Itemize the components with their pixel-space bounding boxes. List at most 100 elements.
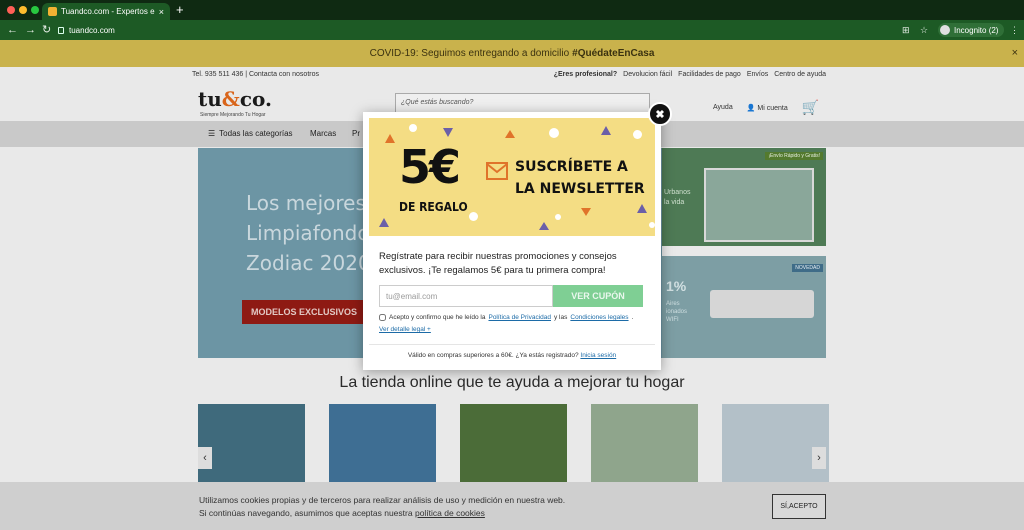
newsletter-banner: 5€ DE REGALO SUSCRÍBETE A LA NEWSLETTER: [369, 118, 655, 236]
confetti-triangle: [581, 208, 591, 216]
covid-text: COVID-19: Seguimos entregando a domicili…: [369, 48, 570, 59]
category-thumbnail[interactable]: [198, 404, 305, 482]
carousel-next-icon[interactable]: ›: [812, 447, 826, 469]
top-link[interactable]: Facilidades de pago: [678, 71, 741, 78]
cookie-accept-button[interactable]: SÍ,ACEPTO: [772, 494, 826, 519]
home-tagline: La tienda online que te ayuda a mejorar …: [339, 374, 685, 391]
confetti-dot: [649, 222, 655, 228]
window-minimize-button[interactable]: [19, 6, 27, 14]
covid-banner: COVID-19: Seguimos entregando a domicili…: [0, 40, 1024, 67]
cookie-policy-link[interactable]: política de cookies: [415, 508, 485, 518]
legal-conditions-link[interactable]: Condiciones legales: [570, 314, 628, 321]
site-logo[interactable]: tu&co.: [198, 87, 272, 111]
newsletter-heading: SUSCRÍBETE A LA NEWSLETTER: [515, 159, 645, 197]
top-link[interactable]: Devolucion fácil: [623, 71, 672, 78]
url-text: tuandco.com: [69, 25, 115, 35]
see-coupon-button[interactable]: VER CUPÓN: [553, 285, 643, 307]
url-field[interactable]: tuandco.com: [58, 23, 890, 37]
cookie-text: Utilizamos cookies propias y de terceros…: [199, 495, 566, 518]
tab-title: Tuandco.com - Expertos en m: [61, 7, 155, 16]
promo-badge: ¡Envío Rápido y Gratis!: [765, 152, 823, 160]
promo-planter[interactable]: ¡Envío Rápido y Gratis! Urbanos la vida: [662, 148, 826, 246]
hamburger-icon: ☰: [208, 129, 216, 138]
brands-link[interactable]: Marcas: [310, 129, 336, 138]
air-conditioner-image: [710, 290, 814, 318]
hero-title: Los mejores Limpiafondo Zodiac 2020: [246, 191, 371, 275]
new-tab-button[interactable]: +: [176, 3, 184, 17]
lock-icon: [58, 26, 64, 34]
legal-details: Ver detalle legal +: [379, 326, 431, 333]
confetti-triangle: [601, 126, 611, 135]
confetti-triangle: [539, 222, 549, 230]
reload-icon[interactable]: ↻: [42, 23, 51, 37]
browser-tab[interactable]: Tuandco.com - Expertos en m ×: [42, 3, 170, 20]
account-link[interactable]: 👤 Mi cuenta: [747, 104, 788, 112]
tab-close-icon[interactable]: ×: [159, 7, 164, 17]
covid-hashtag[interactable]: #QuédateEnCasa: [572, 48, 654, 59]
covid-close-icon[interactable]: ×: [1012, 47, 1018, 59]
browser-tab-bar: Tuandco.com - Expertos en m × +: [0, 0, 1024, 20]
browser-menu-icon[interactable]: ⋮: [1010, 23, 1019, 37]
promo-text: Aires ionados WIFI: [666, 301, 688, 323]
confetti-dot: [549, 128, 559, 138]
promo-air-conditioner[interactable]: NOVEDAD 1% Aires ionados WIFI: [662, 256, 826, 358]
incognito-avatar-icon: [940, 25, 950, 35]
confetti-dot: [555, 214, 561, 220]
modal-divider: [369, 344, 655, 345]
confetti-triangle: [443, 128, 453, 137]
all-categories-menu[interactable]: ☰ Todas las categorías: [208, 129, 293, 138]
planter-image: [704, 168, 814, 242]
contact-info[interactable]: Tel. 935 511 436 | Contacta con nosotros: [192, 71, 319, 78]
category-thumbnail[interactable]: [460, 404, 567, 482]
category-thumbnail[interactable]: [591, 404, 698, 482]
address-bar: ← → ↻ tuandco.com ⊞ ☆ Incognito (2) ⋮: [0, 20, 1024, 40]
help-link[interactable]: Ayuda: [713, 104, 733, 111]
forward-arrow-icon[interactable]: →: [25, 23, 36, 37]
top-links-bar: Tel. 935 511 436 | Contacta con nosotros…: [0, 67, 1024, 83]
hero-cta-button[interactable]: MODELOS EXCLUSIVOS: [242, 300, 366, 324]
header-actions: Ayuda 👤 Mi cuenta 🛒: [713, 99, 819, 116]
confetti-dot: [469, 212, 478, 221]
confetti-triangle: [379, 218, 389, 227]
category-carousel: [198, 404, 829, 482]
modal-close-icon[interactable]: ✖: [648, 102, 672, 126]
logo-tagline: Siempre Mejorando Tu Hogar: [200, 112, 266, 118]
cookie-banner: Utilizamos cookies propias y de terceros…: [0, 482, 1024, 530]
top-link[interactable]: Centro de ayuda: [774, 71, 826, 78]
category-thumbnail[interactable]: [722, 404, 829, 482]
top-links: ¿Eres profesional? Devolucion fácil Faci…: [554, 71, 826, 78]
privacy-consent-checkbox[interactable]: [379, 314, 386, 321]
promo-percentage: 1%: [666, 278, 687, 294]
email-field[interactable]: [379, 285, 553, 307]
carousel-prev-icon[interactable]: ‹: [198, 447, 212, 469]
promo-badge: NOVEDAD: [792, 264, 823, 272]
window-maximize-button[interactable]: [31, 6, 39, 14]
site-search-input[interactable]: ¿Qué estás buscando?: [395, 93, 650, 113]
confetti-triangle: [505, 130, 515, 138]
legal-details-link[interactable]: Ver detalle legal +: [379, 326, 431, 333]
newsletter-description: Regístrate para recibir nuestras promoci…: [379, 251, 617, 276]
newsletter-envelope-icon: [486, 162, 508, 180]
incognito-profile-button[interactable]: Incognito (2): [938, 23, 1005, 37]
modal-footer: Válido en compras superiores a 60€. ¿Ya …: [407, 352, 617, 359]
login-link[interactable]: Inicia sesión: [580, 352, 616, 359]
privacy-policy-link[interactable]: Política de Privacidad: [488, 314, 551, 321]
promo-gift-label: DE REGALO: [399, 200, 468, 214]
bookmark-star-icon[interactable]: ☆: [920, 23, 928, 37]
top-link[interactable]: Envíos: [747, 71, 768, 78]
confetti-triangle: [385, 134, 395, 143]
category-thumbnail[interactable]: [329, 404, 436, 482]
privacy-consent: Acepto y confirmo que he leído la Políti…: [379, 314, 633, 321]
confetti-triangle: [637, 204, 647, 213]
back-arrow-icon[interactable]: ←: [7, 23, 18, 37]
window-close-button[interactable]: [7, 6, 15, 14]
cart-icon[interactable]: 🛒: [802, 99, 819, 116]
promo-amount: 5€: [399, 140, 461, 194]
favicon-icon: [48, 7, 57, 16]
confetti-dot: [409, 124, 417, 132]
incognito-label: Incognito (2): [954, 25, 999, 35]
nav-link[interactable]: Pr: [352, 129, 360, 138]
translate-icon[interactable]: ⊞: [902, 23, 910, 37]
top-link[interactable]: ¿Eres profesional?: [554, 71, 617, 78]
newsletter-modal: 5€ DE REGALO SUSCRÍBETE A LA NEWSLETTER …: [363, 112, 661, 370]
